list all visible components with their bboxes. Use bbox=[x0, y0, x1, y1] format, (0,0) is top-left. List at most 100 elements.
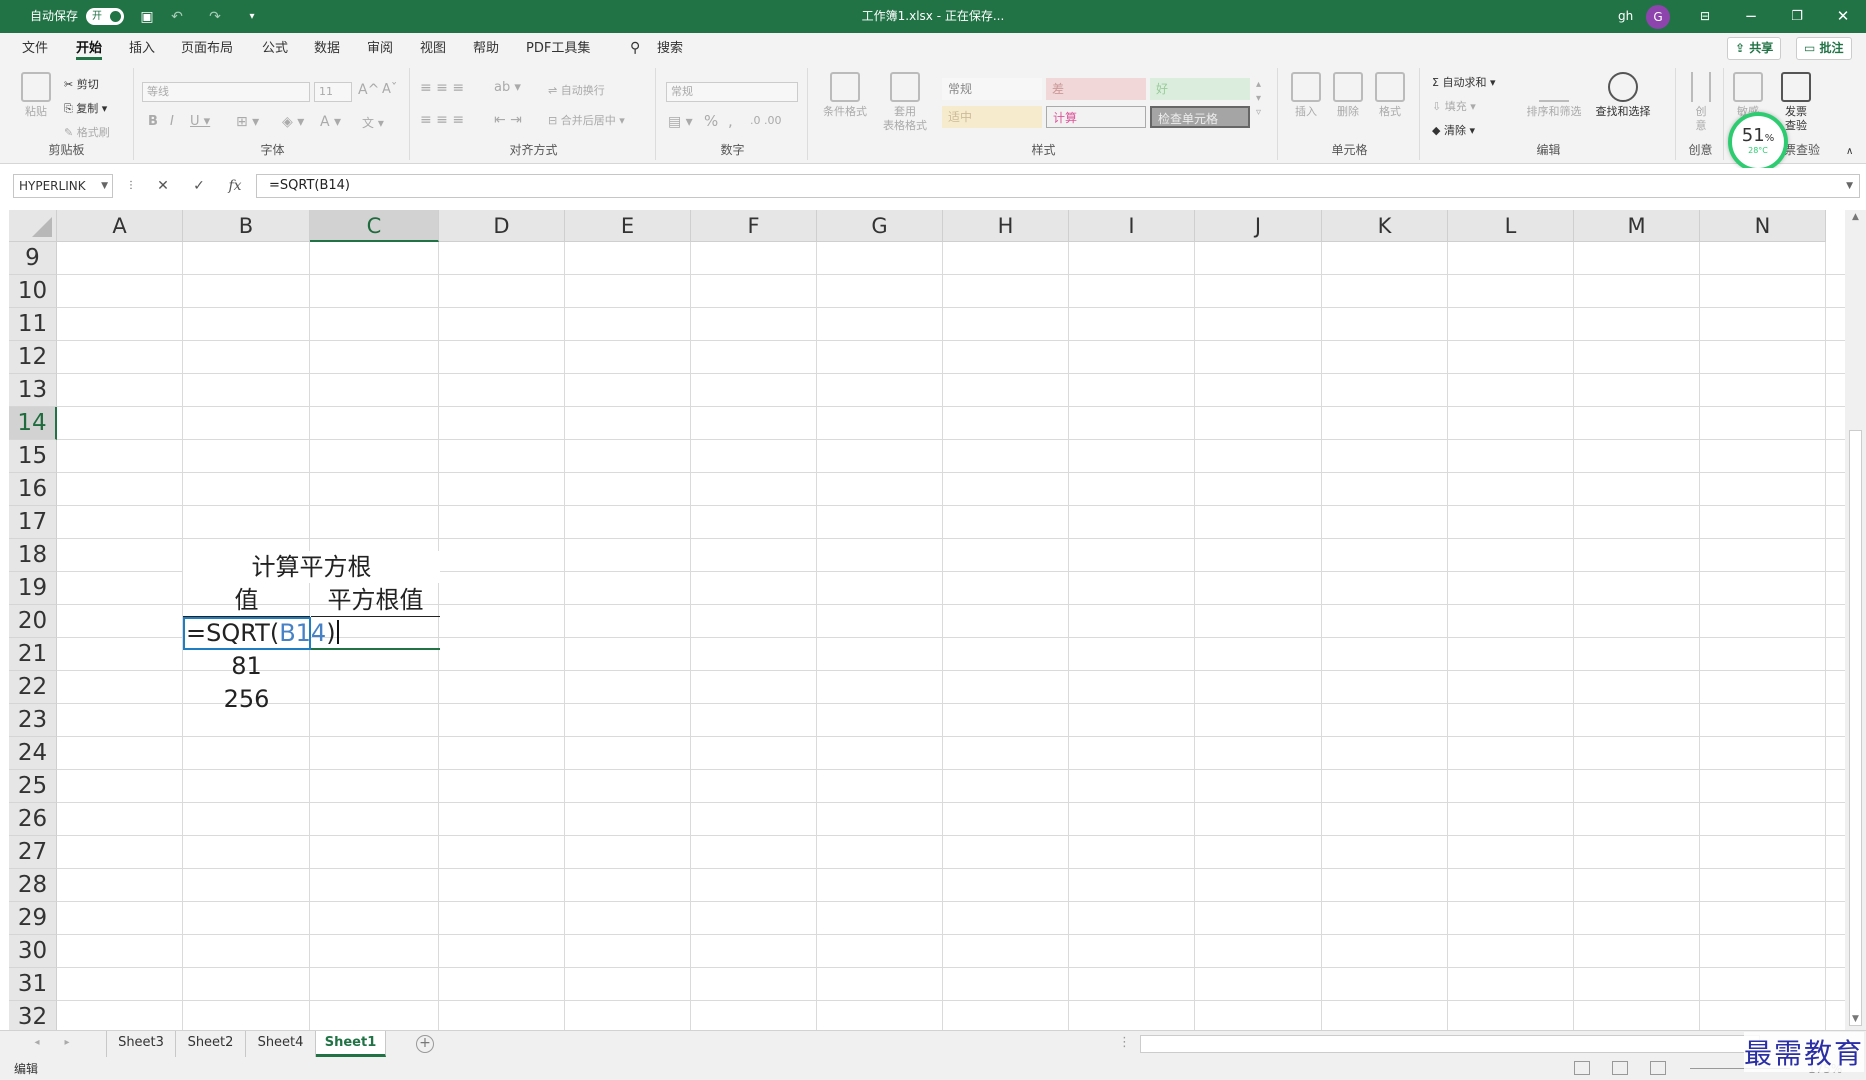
next-sheet-icon[interactable]: ▸ bbox=[52, 1031, 82, 1057]
insert-cells-button[interactable]: 插入 bbox=[1286, 72, 1326, 119]
sheet-tab-sheet4[interactable]: Sheet4 bbox=[246, 1031, 316, 1057]
autosave-toggle[interactable]: 开 bbox=[86, 8, 124, 25]
column-header-i[interactable]: I bbox=[1069, 210, 1195, 242]
undo-icon[interactable]: ↶ bbox=[167, 7, 187, 27]
column-header-n[interactable]: N bbox=[1700, 210, 1826, 242]
cancel-icon[interactable]: ✕ bbox=[150, 174, 176, 198]
percent-icon[interactable]: % bbox=[704, 112, 718, 130]
fill-color-icon[interactable]: ◈ ▾ bbox=[282, 114, 304, 130]
sheet-tab-sheet1[interactable]: Sheet1 bbox=[316, 1031, 386, 1057]
shrink-font-icon[interactable]: Aˇ bbox=[382, 82, 397, 97]
customize-qat-icon[interactable]: ▾ bbox=[242, 7, 262, 27]
select-all-button[interactable] bbox=[9, 210, 57, 242]
wrap-text-button[interactable]: ⇌ 自动换行 bbox=[548, 82, 605, 98]
scroll-up-icon[interactable]: ▲ bbox=[1845, 212, 1866, 226]
row-header-10[interactable]: 10 bbox=[9, 275, 57, 308]
add-sheet-icon[interactable]: + bbox=[416, 1035, 434, 1053]
align-top-icon[interactable]: ≡ ≡ ≡ bbox=[420, 80, 464, 96]
horizontal-scrollbar[interactable] bbox=[1140, 1035, 1760, 1053]
column-header-j[interactable]: J bbox=[1195, 210, 1322, 242]
tab-home[interactable]: 开始 bbox=[76, 33, 103, 64]
row-header-12[interactable]: 12 bbox=[9, 341, 57, 374]
spreadsheet-grid[interactable]: ABCDEFGHIJKLMN 9 10 11 12 13 14 15 16 17 18 19 20 21… bbox=[9, 210, 1845, 1030]
tab-data[interactable]: 数据 bbox=[314, 33, 340, 64]
row-header-31[interactable]: 31 bbox=[9, 968, 57, 1001]
cell-b13[interactable]: 值 bbox=[183, 584, 310, 617]
column-header-l[interactable]: L bbox=[1448, 210, 1574, 242]
sheet-tab-sheet2[interactable]: Sheet2 bbox=[176, 1031, 246, 1057]
fill-button[interactable]: ⇩ 填充 ▾ bbox=[1432, 98, 1476, 114]
merge-center-button[interactable]: ⊟ 合并后居中 ▾ bbox=[548, 112, 625, 128]
row-header-26[interactable]: 26 bbox=[9, 803, 57, 836]
styles-scroll-icon[interactable]: ▴ ▾ ▿ bbox=[1256, 78, 1261, 120]
prev-sheet-icon[interactable]: ◂ bbox=[22, 1031, 52, 1057]
format-painter-button[interactable]: ✎ 格式刷 bbox=[64, 124, 110, 140]
column-header-e[interactable]: E bbox=[565, 210, 691, 242]
insert-function-icon[interactable]: fx bbox=[222, 174, 248, 198]
row-header-28[interactable]: 28 bbox=[9, 869, 57, 902]
splitter-handle[interactable]: ⋮ bbox=[1118, 1031, 1131, 1057]
column-header-c[interactable]: C bbox=[310, 210, 439, 242]
minimize-icon[interactable]: − bbox=[1728, 0, 1774, 33]
column-header-m[interactable]: M bbox=[1574, 210, 1700, 242]
format-cells-button[interactable]: 格式 bbox=[1370, 72, 1410, 119]
cell-b15[interactable]: 81 bbox=[183, 650, 310, 683]
phonetic-icon[interactable]: 文 ▾ bbox=[362, 114, 384, 131]
document-title[interactable]: 工作簿1.xlsx - 正在保存... bbox=[860, 0, 1006, 33]
row-header-23[interactable]: 23 bbox=[9, 704, 57, 737]
cell-style-bad[interactable]: 差 bbox=[1046, 78, 1146, 100]
ribbon-display-icon[interactable]: ⊟ bbox=[1682, 0, 1728, 33]
borders-icon[interactable]: ⊞ ▾ bbox=[236, 114, 259, 130]
row-header-11[interactable]: 11 bbox=[9, 308, 57, 341]
restore-icon[interactable]: ❐ bbox=[1774, 0, 1820, 33]
column-header-h[interactable]: H bbox=[943, 210, 1069, 242]
font-name-select[interactable]: 等线 bbox=[142, 82, 310, 102]
scroll-thumb[interactable] bbox=[1849, 430, 1862, 1026]
cell-c13[interactable]: 平方根值 bbox=[311, 584, 440, 617]
row-header-13[interactable]: 13 bbox=[9, 374, 57, 407]
cell-style-check[interactable]: 检查单元格 bbox=[1150, 106, 1250, 128]
formula-input[interactable]: =SQRT(B14) ▼ bbox=[256, 174, 1860, 198]
name-box[interactable]: HYPERLINK ▼ bbox=[13, 174, 113, 198]
font-size-select[interactable]: 11 bbox=[314, 82, 352, 102]
column-header-f[interactable]: F bbox=[691, 210, 817, 242]
collapse-ribbon-icon[interactable]: ∧ bbox=[1846, 146, 1853, 157]
cut-button[interactable]: ✂ 剪切 bbox=[64, 76, 99, 92]
enter-icon[interactable]: ✓ bbox=[186, 174, 212, 198]
search-icon[interactable]: ⚲ bbox=[630, 33, 640, 64]
comma-icon[interactable]: , bbox=[728, 112, 733, 130]
search-label[interactable]: 搜索 bbox=[657, 33, 683, 64]
row-header-9[interactable]: 9 bbox=[9, 242, 57, 275]
bold-icon[interactable]: B bbox=[148, 114, 158, 129]
row-header-17[interactable]: 17 bbox=[9, 506, 57, 539]
row-header-19[interactable]: 19 bbox=[9, 572, 57, 605]
cell-title[interactable]: 计算平方根 bbox=[183, 551, 440, 583]
autosum-button[interactable]: Σ 自动求和 ▾ bbox=[1432, 74, 1495, 90]
column-header-k[interactable]: K bbox=[1322, 210, 1448, 242]
row-header-21[interactable]: 21 bbox=[9, 638, 57, 671]
orientation-icon[interactable]: ab ▾ bbox=[494, 80, 521, 95]
row-header-30[interactable]: 30 bbox=[9, 935, 57, 968]
row-header-15[interactable]: 15 bbox=[9, 440, 57, 473]
cell-b16[interactable]: 256 bbox=[183, 683, 310, 716]
scroll-down-icon[interactable]: ▼ bbox=[1845, 1014, 1866, 1028]
font-color-icon[interactable]: A ▾ bbox=[320, 114, 341, 130]
avatar[interactable]: G bbox=[1646, 5, 1670, 29]
cell-style-calculation[interactable]: 计算 bbox=[1046, 106, 1146, 128]
copy-button[interactable]: ⎘ 复制 ▾ bbox=[64, 100, 107, 116]
cell-style-good[interactable]: 好 bbox=[1150, 78, 1250, 100]
row-header-24[interactable]: 24 bbox=[9, 737, 57, 770]
number-format-select[interactable]: 常规 bbox=[666, 82, 798, 102]
row-header-16[interactable]: 16 bbox=[9, 473, 57, 506]
italic-icon[interactable]: I bbox=[170, 114, 174, 129]
redo-icon[interactable]: ↷ bbox=[205, 7, 225, 27]
paste-button[interactable]: 粘贴 bbox=[14, 72, 58, 119]
tab-review[interactable]: 审阅 bbox=[367, 33, 393, 64]
page-layout-view-icon[interactable] bbox=[1612, 1061, 1628, 1075]
row-header-22[interactable]: 22 bbox=[9, 671, 57, 704]
cell-style-neutral[interactable]: 适中 bbox=[942, 106, 1042, 128]
save-icon[interactable]: ▣ bbox=[137, 7, 157, 27]
currency-icon[interactable]: ▤ ▾ bbox=[668, 114, 693, 130]
row-header-32[interactable]: 32 bbox=[9, 1001, 57, 1030]
column-header-b[interactable]: B bbox=[183, 210, 310, 242]
